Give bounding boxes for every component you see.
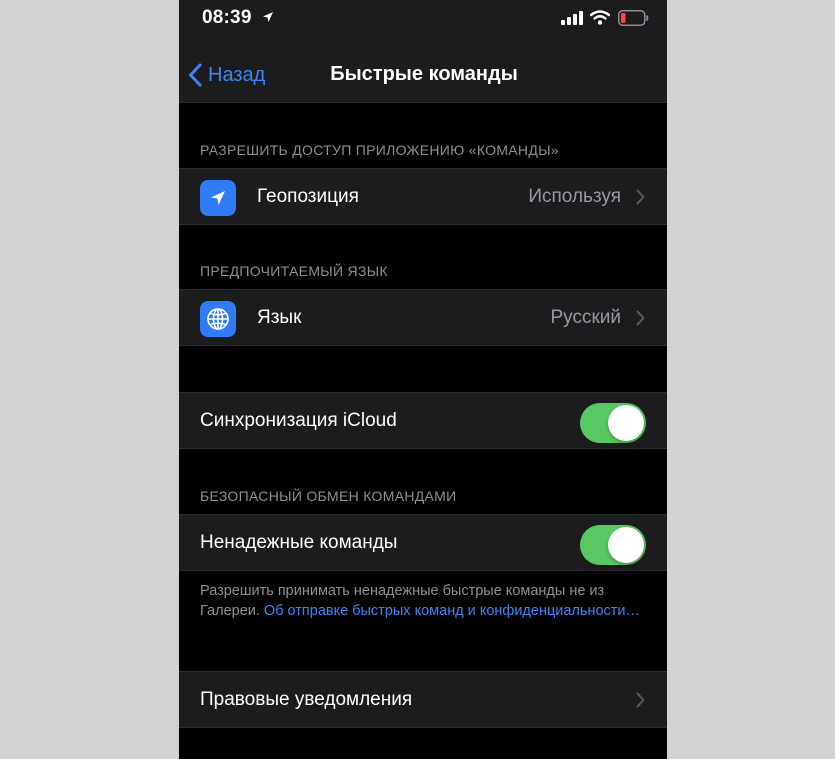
language-row[interactable]: Язык Русский [179, 289, 667, 346]
wifi-icon [590, 10, 610, 25]
location-row[interactable]: Геопозиция Используя [179, 168, 667, 225]
chevron-right-icon [636, 692, 645, 708]
untrusted-shortcuts-row: Ненадежные команды [179, 514, 667, 571]
legal-notices-row[interactable]: Правовые уведомления [179, 671, 667, 728]
status-time: 08:39 [202, 7, 252, 28]
location-arrow-icon [200, 180, 236, 216]
icloud-sync-label: Синхронизация iCloud [200, 410, 397, 431]
location-arrow-icon [263, 12, 273, 22]
location-row-value: Используя [528, 186, 621, 207]
page-title: Быстрые команды [330, 63, 518, 85]
section-header-language: ПРЕДПОЧИТАЕМЫЙ ЯЗЫК [200, 263, 388, 279]
sharing-footnote: Разрешить принимать ненадежные быстрые к… [200, 581, 640, 621]
language-row-value: Русский [550, 307, 622, 328]
globe-icon [200, 301, 236, 337]
location-row-label: Геопозиция [257, 186, 359, 207]
status-bar: 08:39 [179, 0, 667, 38]
section-header-access: РАЗРЕШИТЬ ДОСТУП ПРИЛОЖЕНИЮ «КОМАНДЫ» [200, 142, 559, 158]
chevron-right-icon [636, 189, 645, 205]
navigation-bar: Назад Быстрые команды [179, 38, 667, 103]
privacy-link[interactable]: Об отправке быстрых команд и конфиденциа… [264, 603, 640, 619]
untrusted-shortcuts-toggle[interactable] [580, 525, 646, 565]
icloud-sync-toggle[interactable] [580, 403, 646, 443]
battery-low-icon [618, 10, 649, 26]
legal-notices-label: Правовые уведомления [200, 689, 413, 710]
untrusted-shortcuts-label: Ненадежные команды [200, 532, 398, 553]
toggle-knob [608, 527, 644, 563]
section-header-sharing: БЕЗОПАСНЫЙ ОБМЕН КОМАНДАМИ [200, 488, 457, 504]
phone-screen: 08:39 Назад Быстрые команды РАЗРЕШИТЬ ДО… [179, 0, 667, 759]
language-row-label: Язык [257, 307, 302, 328]
chevron-right-icon [636, 310, 645, 326]
icloud-sync-row: Синхронизация iCloud [179, 392, 667, 449]
toggle-knob [608, 405, 644, 441]
signal-bars-icon [561, 11, 583, 25]
